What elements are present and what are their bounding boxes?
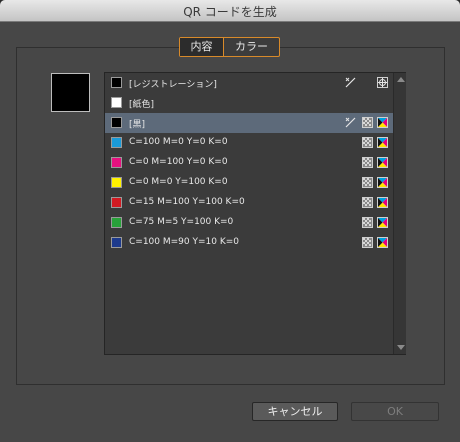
dialog-title: QR コードを生成 bbox=[183, 5, 277, 19]
process-color-icon bbox=[362, 217, 373, 228]
cmyk-icon bbox=[377, 177, 388, 188]
swatch-label: C=100 M=90 Y=10 K=0 bbox=[129, 237, 240, 247]
swatch-color-chip bbox=[111, 97, 122, 108]
no-edit-icon bbox=[345, 77, 356, 88]
swatch-row[interactable]: C=75 M=5 Y=100 K=0 bbox=[105, 213, 393, 233]
cmyk-icon bbox=[377, 157, 388, 168]
scroll-down-arrow-icon[interactable] bbox=[397, 345, 405, 350]
tab-color[interactable]: カラー bbox=[224, 38, 279, 56]
tab-content[interactable]: 内容 bbox=[180, 38, 224, 56]
swatch-label: [レジストレーション] bbox=[129, 80, 217, 90]
swatch-color-chip bbox=[111, 77, 122, 88]
cancel-button[interactable]: キャンセル bbox=[252, 402, 338, 421]
title-bar[interactable]: QR コードを生成 bbox=[0, 0, 460, 22]
cmyk-icon bbox=[377, 237, 388, 248]
swatch-color-chip bbox=[111, 217, 122, 228]
swatch-label: C=0 M=0 Y=100 K=0 bbox=[129, 177, 228, 187]
cmyk-icon bbox=[377, 217, 388, 228]
cmyk-icon bbox=[377, 197, 388, 208]
cmyk-icon bbox=[377, 137, 388, 148]
swatch-list[interactable]: [レジストレーション] [紙色] [黒] C=100 M=0 Y=0 K=0 C=0 M… bbox=[104, 72, 406, 355]
cmyk-icon bbox=[377, 117, 388, 128]
swatch-row[interactable]: [レジストレーション] bbox=[105, 73, 393, 93]
swatch-color-chip bbox=[111, 177, 122, 188]
swatch-label: [黒] bbox=[129, 120, 146, 130]
process-color-icon bbox=[362, 237, 373, 248]
no-edit-icon bbox=[345, 117, 356, 128]
swatch-row[interactable]: C=0 M=0 Y=100 K=0 bbox=[105, 173, 393, 193]
tab-segment: 内容 カラー bbox=[179, 37, 280, 57]
swatch-color-chip bbox=[111, 197, 122, 208]
swatch-row[interactable]: C=100 M=90 Y=10 K=0 bbox=[105, 233, 393, 253]
swatch-color-chip bbox=[111, 137, 122, 148]
process-color-icon bbox=[362, 137, 373, 148]
swatch-label: C=100 M=0 Y=0 K=0 bbox=[129, 137, 228, 147]
swatch-color-chip bbox=[111, 117, 122, 128]
swatch-color-chip bbox=[111, 157, 122, 168]
process-color-icon bbox=[362, 197, 373, 208]
scroll-up-arrow-icon[interactable] bbox=[397, 77, 405, 82]
swatch-label: C=0 M=100 Y=0 K=0 bbox=[129, 157, 228, 167]
swatch-label: C=75 M=5 Y=100 K=0 bbox=[129, 217, 234, 227]
swatch-row[interactable]: C=0 M=100 Y=0 K=0 bbox=[105, 153, 393, 173]
process-color-icon bbox=[362, 117, 373, 128]
swatch-color-chip bbox=[111, 237, 122, 248]
scrollbar[interactable] bbox=[393, 73, 406, 354]
ok-button[interactable]: OK bbox=[351, 402, 439, 421]
swatch-label: C=15 M=100 Y=100 K=0 bbox=[129, 197, 245, 207]
registration-icon bbox=[377, 77, 388, 88]
process-color-icon bbox=[362, 157, 373, 168]
swatch-row[interactable]: [黒] bbox=[105, 113, 393, 133]
process-color-icon bbox=[362, 177, 373, 188]
swatch-row[interactable]: C=100 M=0 Y=0 K=0 bbox=[105, 133, 393, 153]
dialog-window: QR コードを生成 内容 カラー [レジストレーション] [紙色] [黒] C=100… bbox=[0, 0, 460, 442]
swatch-row[interactable]: [紙色] bbox=[105, 93, 393, 113]
swatch-row[interactable]: C=15 M=100 Y=100 K=0 bbox=[105, 193, 393, 213]
swatch-label: [紙色] bbox=[129, 100, 155, 110]
color-preview-swatch bbox=[51, 73, 90, 112]
